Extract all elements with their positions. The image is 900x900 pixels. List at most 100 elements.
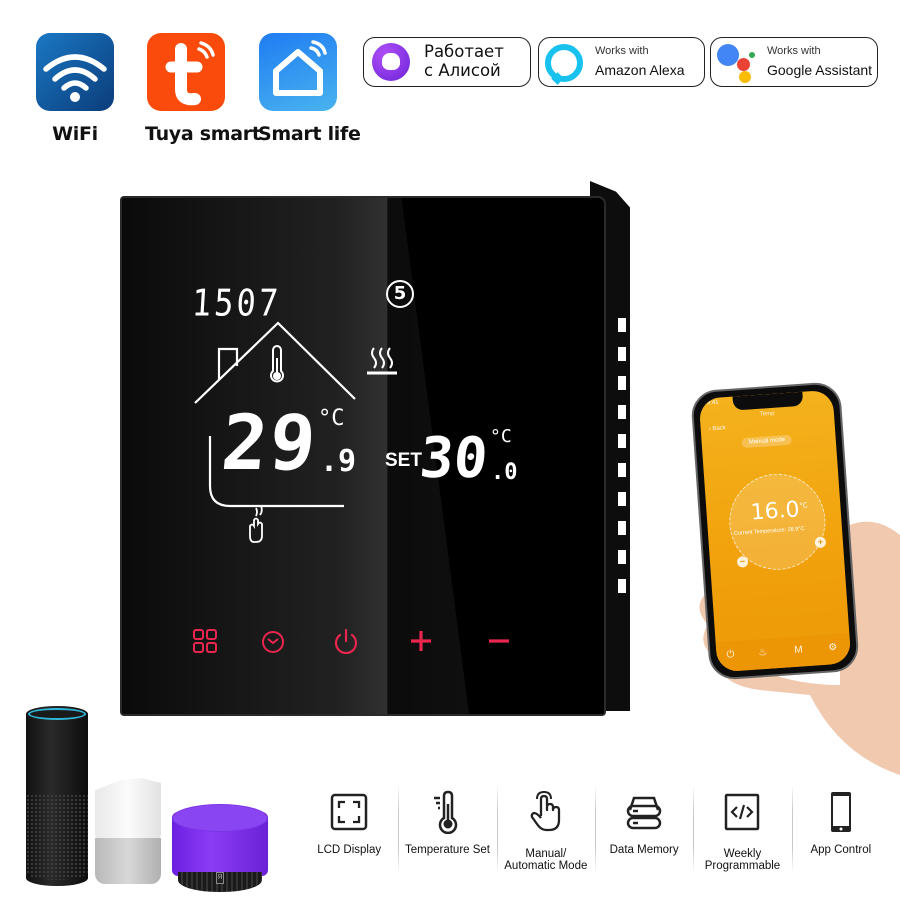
tab-settings-icon[interactable]: ⚙ (828, 642, 838, 654)
decrease-button[interactable]: − (736, 555, 749, 568)
feature-label: Weekly Programmable (693, 848, 791, 872)
app-tuya-smart: Tuya smart (145, 33, 261, 145)
touch-hand-icon (530, 790, 560, 832)
set-temp-unit: °C (799, 501, 808, 510)
smartphone-icon (830, 792, 851, 832)
feature-label-line1: Weekly (723, 848, 762, 860)
current-temperature-decimal: .9 (320, 444, 357, 479)
vent-slot (618, 405, 626, 419)
smart-life-house-icon (259, 33, 337, 111)
thermometer-icon (270, 345, 284, 383)
feature-lcd-display: LCD Display (300, 780, 398, 880)
clock-icon (262, 631, 284, 653)
current-temperature: 29 (218, 398, 322, 487)
plus-icon (411, 631, 431, 651)
wifi-icon (36, 33, 114, 111)
data-memory-icon (626, 796, 662, 830)
set-temperature-decimal: .0 (491, 460, 518, 485)
echo-light-ring (28, 708, 86, 720)
clock-display: 1507 (190, 281, 283, 325)
badge-line1: Работает (424, 42, 504, 61)
feature-label-line1: Manual/ (525, 848, 567, 860)
google-home-speaker (95, 778, 161, 884)
back-button[interactable]: ‹ Back (709, 425, 726, 432)
temperature-set-icon (434, 790, 458, 834)
code-icon (725, 793, 760, 831)
set-temperature-unit: °C (490, 426, 512, 447)
feature-data-memory: Data Memory (594, 780, 693, 880)
app-label: Smart life (258, 123, 361, 145)
feature-label-line2: Automatic Mode (504, 860, 588, 872)
feature-label: Manual/ Automatic Mode (497, 848, 595, 872)
app-screen: 9:41 Temp ‹ Back Manual mode 16.0°C Curr… (698, 389, 852, 673)
app-wifi: WiFi (35, 33, 115, 145)
set-temp-number: 16.0 (749, 497, 801, 526)
vent-slot (618, 492, 626, 506)
feature-weekly-programmable: Weekly Programmable (693, 780, 791, 880)
power-button[interactable] (333, 628, 359, 654)
current-temperature-unit: °C (318, 406, 345, 431)
feature-temperature-set: Temperature Set (398, 780, 496, 880)
feature-app-control: App Control (791, 780, 890, 880)
mode-pill[interactable]: Manual mode (741, 434, 793, 449)
thermostat-screen: 1507 5 29 °C .9 SET 30 °C .0 (120, 196, 606, 716)
vent-slot (618, 579, 626, 593)
set-temperature: 30 (417, 426, 491, 491)
vent-slot (618, 521, 626, 535)
increase-button[interactable]: + (814, 536, 827, 549)
feature-label: Data Memory (609, 844, 679, 856)
set-temperature-value: 16.0°C (749, 497, 809, 526)
feature-list: LCD Display Temperature Set Manual/ Auto… (300, 780, 890, 880)
program-number: 5 (386, 280, 414, 308)
smart-speakers: Я (0, 690, 300, 900)
tab-bar: ⏻ ♨ M ⚙ (715, 633, 852, 673)
screen-title: Temp (759, 410, 775, 418)
vent-slot (618, 318, 626, 332)
badge-big-text: Amazon Alexa (595, 62, 685, 78)
app-smart-life: Smart life (258, 33, 361, 145)
feature-manual-automatic-mode: Manual/ Automatic Mode (496, 780, 595, 880)
clock-button[interactable] (260, 628, 286, 654)
plus-button[interactable] (408, 628, 434, 654)
vent-slot (618, 347, 626, 361)
vent-slot (618, 434, 626, 448)
badge-small-text: Works with (767, 45, 821, 57)
yandex-logo-icon: Я (216, 872, 224, 884)
status-time: 9:41 (706, 399, 719, 407)
tab-mode-icon[interactable]: M (794, 644, 803, 656)
set-label: SET (385, 450, 422, 471)
amazon-echo-speaker (26, 706, 88, 886)
badge-big-text: Google Assistant (767, 62, 873, 78)
tab-power-icon[interactable]: ⏻ (726, 649, 735, 661)
vent-slot (618, 550, 626, 564)
heating-icon (367, 347, 397, 375)
alice-logo-icon (372, 43, 410, 81)
smartphone: 9:41 Temp ‹ Back Manual mode 16.0°C Curr… (690, 381, 860, 681)
feature-label: LCD Display (317, 844, 382, 856)
app-label: Tuya smart (145, 123, 261, 145)
vent-slot (618, 376, 626, 390)
menu-button[interactable] (192, 628, 218, 654)
minus-button[interactable] (486, 628, 512, 654)
feature-label-line2: Programmable (704, 860, 781, 872)
vent-slot (618, 463, 626, 477)
feature-label: Temperature Set (404, 844, 490, 856)
phone-in-hand: 9:41 Temp ‹ Back Manual mode 16.0°C Curr… (680, 360, 900, 780)
speaker-mesh (26, 794, 88, 880)
badge-line2: с Алисой (424, 61, 501, 80)
manual-hand-icon (249, 505, 263, 543)
power-icon (334, 628, 358, 654)
lcd-display-icon (330, 793, 368, 831)
badge-works-with-alexa: Works with Amazon Alexa (538, 37, 705, 87)
grid-icon (193, 629, 217, 653)
thermostat-device: 1507 5 29 °C .9 SET 30 °C .0 (120, 178, 630, 718)
tab-heating-icon[interactable]: ♨ (758, 647, 768, 659)
yandex-station-speaker: Я (172, 804, 268, 896)
feature-label: App Control (810, 844, 872, 856)
badge-works-with-google: Works with Google Assistant (710, 37, 878, 87)
app-label: WiFi (52, 123, 98, 145)
badge-small-text: Works with (595, 45, 649, 57)
badge-text: Работает с Алисой (424, 42, 504, 80)
phone-notch (732, 391, 804, 411)
badge-works-with-alice: Работает с Алисой (363, 37, 531, 87)
